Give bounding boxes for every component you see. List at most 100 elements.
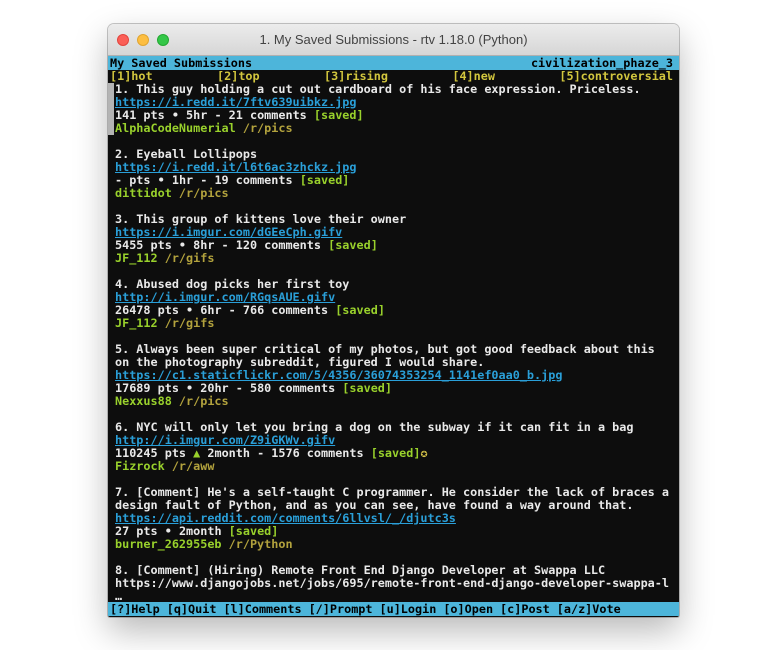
- submission-title: 2. Eyeball Lollipops: [115, 148, 679, 161]
- stats-time-comments: 1hr - 19 comments: [172, 174, 300, 187]
- stats-points: 5455 pts: [115, 239, 179, 252]
- gilded-star-icon: ✪: [420, 447, 427, 460]
- submission-title-line2: https://www.djangojobs.net/jobs/695/remo…: [115, 577, 679, 590]
- submission-title: 3. This group of kittens love their owne…: [115, 213, 679, 226]
- footer-cmd-quit[interactable]: [q]Quit: [167, 602, 217, 616]
- stats-points: 141 pts: [115, 109, 172, 122]
- submission-title: 7. [Comment] He's a self-taught C progra…: [115, 486, 679, 499]
- sort-tabs: [1]hot [2]top [3]rising [4]new [5]contro…: [108, 70, 679, 83]
- status-bar: My Saved Submissions civilization_phaze_…: [108, 56, 679, 70]
- submission-link[interactable]: https://c1.staticflickr.com/5/4356/36074…: [115, 369, 562, 382]
- submission-stats: 26478 pts • 6hr - 766 comments [saved]: [115, 304, 679, 317]
- submission-item-6[interactable]: 6. NYC will only let you bring a dog on …: [115, 421, 679, 473]
- submission-stats: - pts • 1hr - 19 comments [saved]: [115, 174, 679, 187]
- submission-item-5[interactable]: 5. Always been super critical of my phot…: [115, 343, 679, 408]
- window-title: 1. My Saved Submissions - rtv 1.18.0 (Py…: [259, 32, 527, 47]
- submission-title: 5. Always been super critical of my phot…: [115, 343, 679, 356]
- stats-separator: •: [158, 174, 172, 187]
- saved-badge: [saved]: [342, 382, 392, 395]
- saved-badge: [saved]: [314, 109, 364, 122]
- saved-badge: [saved]: [371, 447, 421, 460]
- tab-controversial[interactable]: [5]controversial: [559, 70, 673, 83]
- submission-link[interactable]: http://i.imgur.com/RGqsAUE.gifv: [115, 291, 335, 304]
- submission-subreddit[interactable]: /r/gifs: [165, 252, 215, 265]
- upvote-arrow-icon: ▲: [193, 447, 207, 460]
- stats-separator: •: [186, 304, 200, 317]
- saved-badge: [saved]: [328, 239, 378, 252]
- stats-time-comments: 5hr - 21 comments: [186, 109, 314, 122]
- submission-link[interactable]: https://i.redd.it/7ftv639uibkz.jpg: [115, 96, 356, 109]
- submission-title: 8. [Comment] (Hiring) Remote Front End D…: [115, 564, 679, 577]
- stats-time-comments: 2month: [179, 525, 229, 538]
- submission-author[interactable]: AlphaCodeNumerial: [115, 122, 243, 135]
- submission-title: 4. Abused dog picks her first toy: [115, 278, 679, 291]
- stats-points: 26478 pts: [115, 304, 186, 317]
- submission-author[interactable]: Nexxus88: [115, 395, 179, 408]
- submission-author[interactable]: JF_112: [115, 252, 165, 265]
- footer-cmd-open[interactable]: [o]Open: [443, 602, 493, 616]
- submission-title: 6. NYC will only let you bring a dog on …: [115, 421, 679, 434]
- footer-cmd-prompt[interactable]: [/]Prompt: [309, 602, 373, 616]
- submission-title-line2: on the photography subreddit, figured I …: [115, 356, 679, 369]
- stats-separator: •: [179, 239, 193, 252]
- submission-title-line2: design fault of Python, and as you can s…: [115, 499, 679, 512]
- footer-cmd-vote[interactable]: [a/z]Vote: [557, 602, 621, 616]
- submission-subreddit[interactable]: /r/aww: [172, 460, 215, 473]
- stats-separator: •: [186, 382, 200, 395]
- submission-item-7[interactable]: 7. [Comment] He's a self-taught C progra…: [115, 486, 679, 551]
- submission-author[interactable]: JF_112: [115, 317, 165, 330]
- stats-time-comments: 2month - 1576 comments: [207, 447, 370, 460]
- submission-item-8[interactable]: 8. [Comment] (Hiring) Remote Front End D…: [115, 564, 679, 603]
- submission-author[interactable]: dittidot: [115, 187, 179, 200]
- submission-subreddit[interactable]: /r/pics: [179, 187, 229, 200]
- close-button[interactable]: [117, 34, 129, 46]
- submission-link[interactable]: https://i.imgur.com/dGEeCph.gifv: [115, 226, 342, 239]
- stats-separator: •: [172, 109, 186, 122]
- footer-cmd-post[interactable]: [c]Post: [500, 602, 550, 616]
- submission-title: 1. This guy holding a cut out cardboard …: [115, 83, 679, 96]
- stats-points: 110245 pts: [115, 447, 193, 460]
- stats-points: 27 pts: [115, 525, 165, 538]
- stats-time-comments: 6hr - 766 comments: [200, 304, 335, 317]
- submission-item-2[interactable]: 2. Eyeball Lollipops https://i.redd.it/l…: [115, 148, 679, 200]
- submission-stats: 5455 pts • 8hr - 120 comments [saved]: [115, 239, 679, 252]
- submission-author[interactable]: Fizrock: [115, 460, 172, 473]
- submission-item-1[interactable]: 1. This guy holding a cut out cardboard …: [115, 83, 679, 135]
- terminal-window: 1. My Saved Submissions - rtv 1.18.0 (Py…: [108, 24, 679, 617]
- tab-top[interactable]: [2]top: [217, 70, 260, 83]
- submission-link[interactable]: https://api.reddit.com/comments/6llvsl/_…: [115, 512, 456, 525]
- traffic-lights: [117, 24, 169, 55]
- submission-item-3[interactable]: 3. This group of kittens love their owne…: [115, 213, 679, 265]
- tab-new[interactable]: [4]new: [452, 70, 495, 83]
- page-title: My Saved Submissions: [110, 56, 252, 70]
- stats-time-comments: 20hr - 580 comments: [200, 382, 342, 395]
- submission-author[interactable]: burner_262955eb: [115, 538, 229, 551]
- logged-in-username: civilization_phaze_3: [531, 56, 673, 70]
- window-titlebar[interactable]: 1. My Saved Submissions - rtv 1.18.0 (Py…: [108, 24, 679, 56]
- footer-bar: [?]Help [q]Quit [l]Comments [/]Prompt [u…: [108, 602, 679, 616]
- submission-link[interactable]: http://i.imgur.com/Z9iGKWv.gifv: [115, 434, 335, 447]
- stats-points: - pts: [115, 174, 158, 187]
- submission-subreddit[interactable]: /r/gifs: [165, 317, 215, 330]
- saved-badge: [saved]: [300, 174, 350, 187]
- minimize-button[interactable]: [137, 34, 149, 46]
- submission-subreddit[interactable]: /r/pics: [243, 122, 293, 135]
- submission-stats: 110245 pts ▲ 2month - 1576 comments [sav…: [115, 447, 679, 460]
- saved-badge: [saved]: [335, 304, 385, 317]
- tab-hot[interactable]: [1]hot: [110, 70, 153, 83]
- submission-link[interactable]: https://i.redd.it/l6t6ac3zhckz.jpg: [115, 161, 356, 174]
- submission-subreddit[interactable]: /r/pics: [179, 395, 229, 408]
- stats-points: 17689 pts: [115, 382, 186, 395]
- submission-stats: 27 pts • 2month [saved]: [115, 525, 679, 538]
- submission-item-4[interactable]: 4. Abused dog picks her first toy http:/…: [115, 278, 679, 330]
- footer-cmd-login[interactable]: [u]Login: [380, 602, 437, 616]
- footer-cmd-comments[interactable]: [l]Comments: [223, 602, 301, 616]
- footer-cmd-help[interactable]: [?]Help: [110, 602, 160, 616]
- stats-time-comments: 8hr - 120 comments: [193, 239, 328, 252]
- saved-badge: [saved]: [229, 525, 279, 538]
- submission-list: 1. This guy holding a cut out cardboard …: [108, 83, 679, 603]
- submission-subreddit[interactable]: /r/Python: [229, 538, 293, 551]
- tab-rising[interactable]: [3]rising: [324, 70, 388, 83]
- zoom-button[interactable]: [157, 34, 169, 46]
- selection-cursor: [108, 83, 114, 135]
